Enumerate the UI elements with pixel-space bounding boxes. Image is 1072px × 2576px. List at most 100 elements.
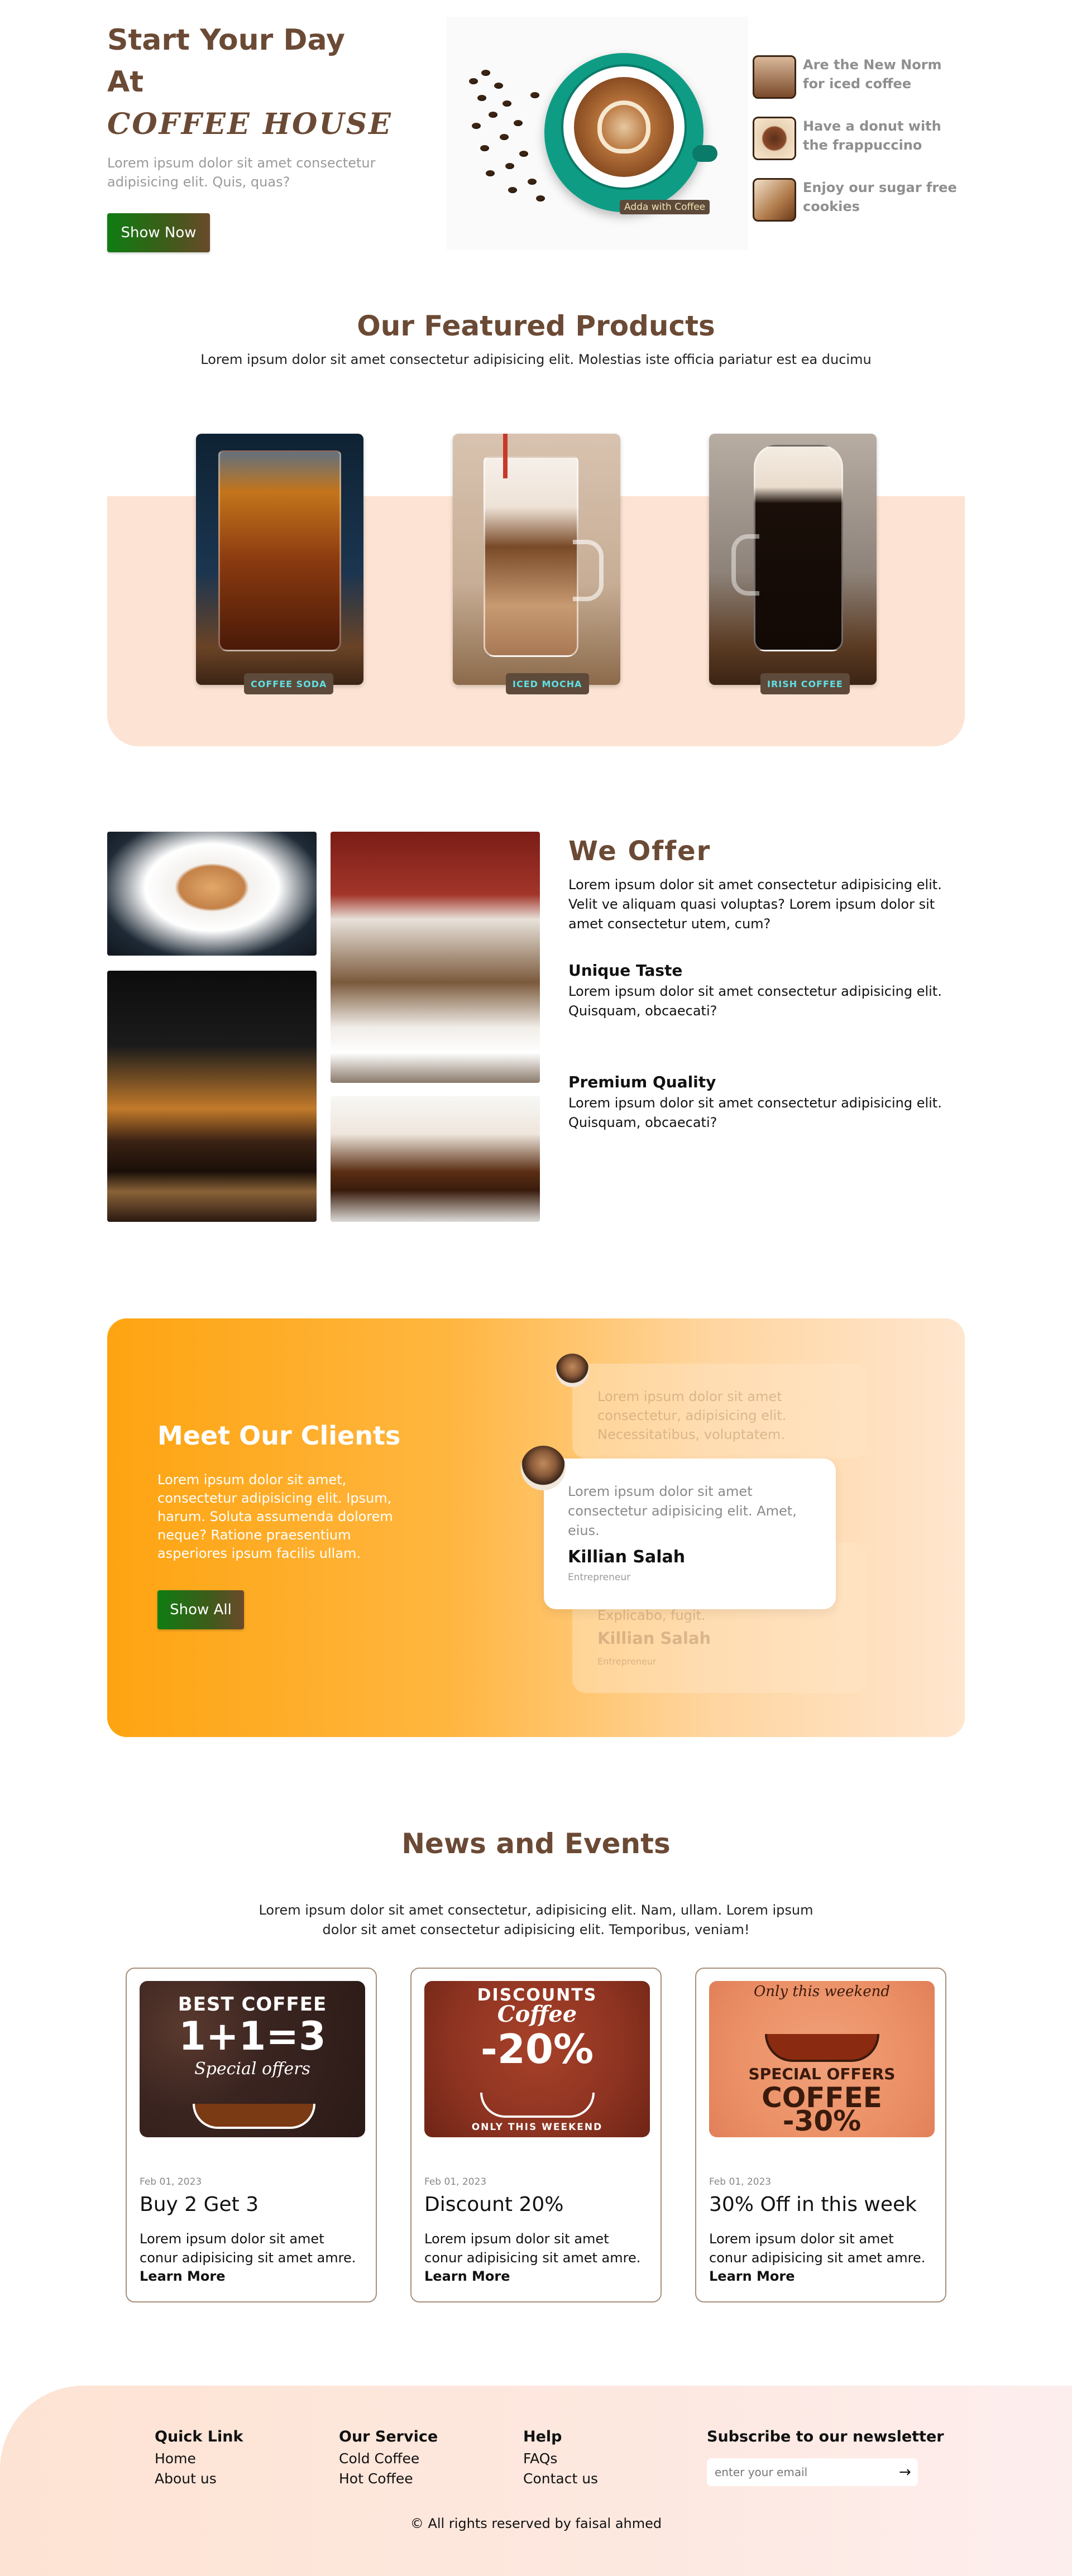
footer-link-home[interactable]: Home <box>155 2449 243 2469</box>
product-label-irish-coffee: IRISH COFFEE <box>760 673 850 694</box>
coffee-bean <box>502 100 511 107</box>
coffee-bean <box>486 170 495 176</box>
coffee-bean <box>528 179 537 185</box>
hero-title-line1: Start Your Day <box>107 23 345 57</box>
footer-link-faqs[interactable]: FAQs <box>523 2449 598 2469</box>
news-image-line: ONLY THIS WEEKEND <box>471 2122 603 2133</box>
coffee-bean <box>514 120 523 126</box>
footer-link-cold-coffee[interactable]: Cold Coffee <box>339 2449 438 2469</box>
learn-more-link[interactable]: Learn More <box>709 2268 795 2284</box>
news-subtitle: Lorem ipsum dolor sit amet consectetur, … <box>259 1902 813 1937</box>
page: Start Your Day At COFFEE HOUSE Lorem ips… <box>0 0 1072 2576</box>
footer-help: Help FAQs Contact us <box>523 2428 598 2489</box>
news-image-best-coffee: BEST COFFEE 1+1=3 Special offers <box>140 1981 365 2137</box>
arrow-right-icon[interactable]: → <box>899 2464 911 2481</box>
offer-photo-latte-glass <box>331 832 540 1083</box>
side-item-donut[interactable]: Have a donut with the frappuccino <box>753 114 965 160</box>
irish-coffee-glass <box>754 445 843 651</box>
testimonial-name: Killian Salah <box>568 1547 686 1567</box>
news-card-buy-2-get-3: BEST COFFEE 1+1=3 Special offers Feb 01,… <box>126 1968 377 2302</box>
news-image-line: -20% <box>480 2026 594 2073</box>
cup-icon <box>193 2104 315 2129</box>
learn-more-link[interactable]: Learn More <box>424 2268 510 2284</box>
irish-coffee-handle <box>731 534 759 596</box>
product-card-iced-mocha[interactable] <box>453 434 620 685</box>
newsletter-heading: Subscribe to our newsletter <box>707 2428 944 2445</box>
coffee-bean <box>505 163 514 169</box>
news-image-line: Only this weekend <box>753 1983 890 2000</box>
coffee-bean <box>477 95 486 101</box>
news-title: News and Events <box>401 1827 671 1860</box>
news-image-line: BEST COFFEE <box>178 1993 327 2016</box>
news-card-30-off: Only this weekend SPECIAL OFFERS COFFEE … <box>695 1968 946 2302</box>
news-image-line: -30% <box>782 2105 862 2137</box>
clients-title: Meet Our Clients <box>157 1421 401 1451</box>
ghost-testimonial-name: Killian Salah <box>597 1629 711 1648</box>
news-headline: 30% Off in this week <box>709 2193 917 2216</box>
featured-title: Our Featured Products <box>357 310 715 342</box>
footer-link-about[interactable]: About us <box>155 2469 243 2489</box>
offer-intro: Lorem ipsum dolor sit amet consectetur a… <box>568 877 942 932</box>
coffee-bean <box>508 187 517 193</box>
side-item-iced-coffee[interactable]: Are the New Norm for iced coffee <box>753 53 965 99</box>
straw <box>503 434 508 478</box>
offer-photo-cappuccino <box>107 832 317 956</box>
product-card-irish-coffee[interactable] <box>709 434 877 685</box>
news-date: Feb 01, 2023 <box>709 2176 772 2188</box>
hero-coffee-image: Adda with Coffee <box>447 17 748 250</box>
show-now-button[interactable]: Show Now <box>107 213 210 252</box>
footer-link-hot-coffee[interactable]: Hot Coffee <box>339 2469 438 2489</box>
newsletter-email-input[interactable] <box>707 2458 918 2486</box>
coffee-bean <box>530 92 539 98</box>
footer-heading: Quick Link <box>155 2428 243 2445</box>
coffee-bean <box>489 112 497 118</box>
side-item-text: Have a donut with the frappuccino <box>803 118 941 153</box>
offer-photo-glass-cup <box>331 1096 540 1222</box>
news-image-line: Coffee <box>497 2001 577 2027</box>
feature-text-premium-quality: Lorem ipsum dolor sit amet consectetur a… <box>568 1095 942 1130</box>
featured-subtitle: Lorem ipsum dolor sit amet consectetur a… <box>200 352 872 367</box>
news-headline: Discount 20% <box>424 2193 564 2216</box>
news-card-discount-20: DISCOUNTS Coffee -20% ONLY THIS WEEKEND … <box>410 1968 662 2302</box>
news-body: Lorem ipsum dolor sit amet conur adipisi… <box>140 2231 356 2266</box>
iced-coffee-cup-icon <box>753 55 796 99</box>
iced-mocha-handle <box>573 540 604 601</box>
learn-more-link[interactable]: Learn More <box>140 2268 226 2284</box>
feature-title-unique-taste: Unique Taste <box>568 961 683 980</box>
coffee-bean <box>469 78 478 84</box>
iced-mocha-glass <box>484 456 578 657</box>
hero-title-line2: At <box>107 65 144 99</box>
show-all-button[interactable]: Show All <box>157 1590 244 1629</box>
footer-newsletter: Subscribe to our newsletter <box>707 2428 944 2449</box>
latte-art <box>597 100 650 153</box>
donut-icon <box>753 117 796 160</box>
clients-description: Lorem ipsum dolor sit amet, consectetur … <box>157 1472 393 1561</box>
avatar <box>521 1446 566 1490</box>
product-label-coffee-soda: COFFEE SODA <box>244 673 334 694</box>
news-date: Feb 01, 2023 <box>424 2176 487 2188</box>
coffee-bean <box>500 134 509 140</box>
offer-photo-espresso-glass <box>107 971 317 1222</box>
footer-link-contact[interactable]: Contact us <box>523 2469 598 2489</box>
coffee-bean <box>519 151 528 157</box>
coffee-soda-glass <box>218 450 341 651</box>
cup-icon <box>765 2034 879 2062</box>
side-item-cookies[interactable]: Enjoy our sugar free cookies <box>753 176 965 222</box>
news-date: Feb 01, 2023 <box>140 2176 202 2188</box>
feature-text-unique-taste: Lorem ipsum dolor sit amet consectetur a… <box>568 984 942 1019</box>
footer-heading: Help <box>523 2428 562 2445</box>
news-image-line: 1+1=3 <box>179 2013 326 2059</box>
product-card-coffee-soda[interactable] <box>196 434 363 685</box>
coffee-bean <box>480 145 489 151</box>
testimonial-text: Lorem ipsum dolor sit amet consectetur a… <box>568 1484 797 1538</box>
footer-our-service: Our Service Cold Coffee Hot Coffee <box>339 2428 438 2489</box>
side-item-text: Are the New Norm for iced coffee <box>803 57 942 92</box>
image-tag: Adda with Coffee <box>620 200 710 214</box>
footer-quick-link: Quick Link Home About us <box>155 2428 243 2489</box>
brand-name: COFFEE HOUSE <box>107 107 393 141</box>
side-item-text: Enjoy our sugar free cookies <box>803 180 957 214</box>
hero-title: Start Your Day At COFFEE HOUSE <box>107 20 393 145</box>
coffee-bean <box>481 70 490 76</box>
cookie-icon <box>753 178 796 222</box>
product-label-iced-mocha: ICED MOCHA <box>506 673 589 694</box>
